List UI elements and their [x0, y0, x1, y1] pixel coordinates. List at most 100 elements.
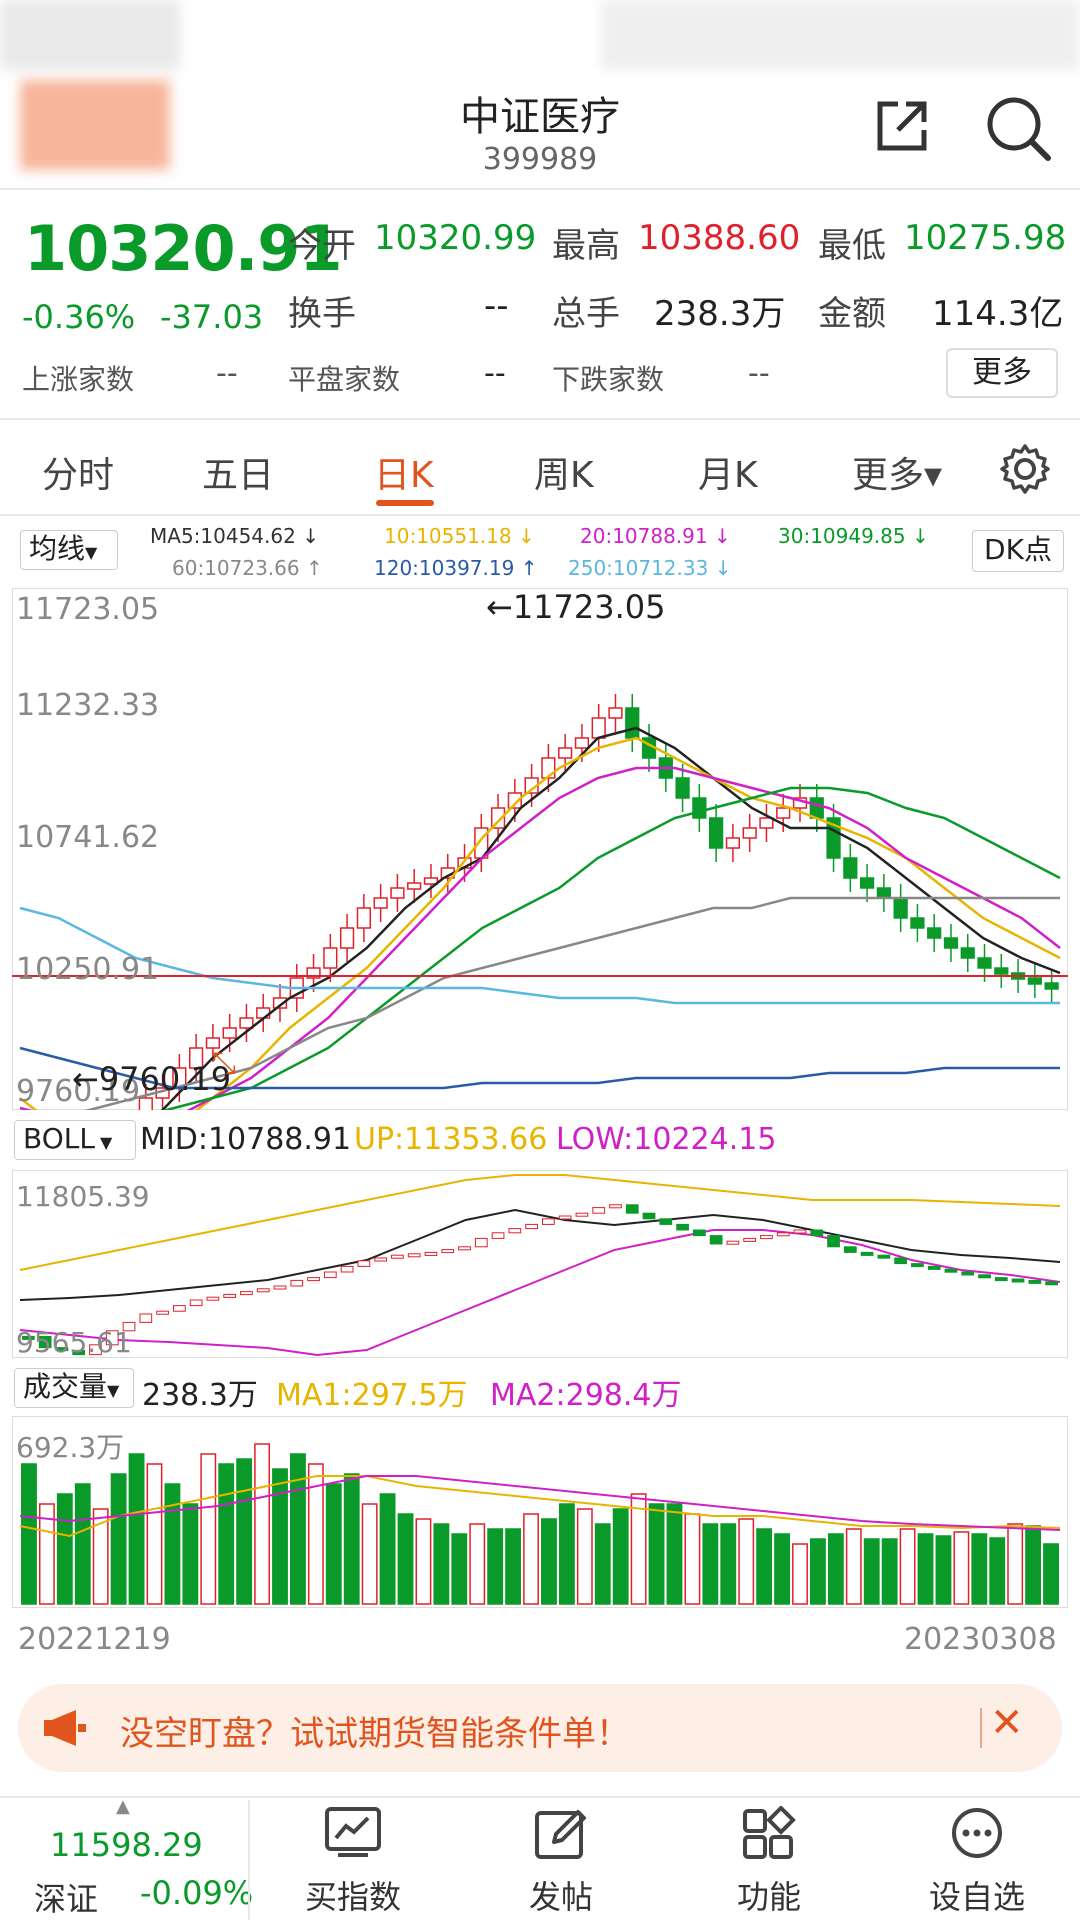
volume-bar	[182, 1503, 199, 1605]
tab-intraday[interactable]: 分时	[42, 446, 114, 498]
volume-select[interactable]: 成交量▼	[14, 1368, 134, 1408]
candle-body	[725, 837, 741, 849]
volume-bar	[612, 1508, 629, 1605]
volume-bar	[325, 1483, 342, 1605]
expand-icon[interactable]: ⤡	[212, 1046, 236, 1081]
boll-candle	[307, 1277, 320, 1282]
apps-icon[interactable]	[684, 1805, 854, 1864]
candle-body	[339, 927, 355, 949]
search-icon[interactable]	[984, 94, 1054, 168]
nav-buy-index[interactable]: 买指数	[268, 1872, 438, 1918]
nav-functions[interactable]: 功能	[684, 1872, 854, 1918]
candle-body	[692, 797, 707, 819]
volume-bar	[74, 1483, 91, 1605]
boll-candle	[625, 1204, 639, 1214]
turnover-value: --	[484, 286, 509, 326]
candle-body	[709, 817, 724, 849]
volume-bar	[953, 1531, 970, 1605]
tab-five-day[interactable]: 五日	[202, 446, 274, 498]
volume-bar	[128, 1453, 145, 1605]
boll-candle	[793, 1229, 807, 1234]
boll-candle	[894, 1257, 908, 1265]
volume-bar	[648, 1503, 665, 1605]
kline-chart[interactable]	[12, 588, 1068, 1110]
boll-candle	[760, 1235, 773, 1240]
turnover-label: 换手	[288, 294, 356, 334]
boll-candle	[189, 1299, 203, 1307]
boll-candle	[558, 1215, 572, 1220]
candle-body	[608, 707, 623, 719]
volume-chart[interactable]	[12, 1416, 1068, 1608]
candle-body	[742, 827, 757, 839]
volume-bar	[1043, 1543, 1059, 1605]
ma5-value: MA5:10454.62 ↓	[150, 524, 319, 548]
boll-candle	[340, 1265, 354, 1273]
boll-y-top: 11805.39	[16, 1180, 150, 1213]
boll-candle	[810, 1229, 824, 1237]
candle-body	[222, 1027, 237, 1039]
ma10-value: 10:10551.18 ↓	[384, 524, 535, 548]
boll-chart[interactable]	[12, 1170, 1068, 1358]
boll-candle	[1028, 1279, 1042, 1284]
volume-label: 总手	[552, 294, 620, 334]
volume-bar	[774, 1533, 790, 1605]
tab-underline	[376, 500, 434, 506]
edit-icon[interactable]	[476, 1806, 646, 1864]
chart-icon[interactable]	[268, 1806, 438, 1862]
volume-select-label: 成交量	[23, 1370, 108, 1403]
boll-candle	[692, 1229, 706, 1237]
gear-icon[interactable]	[998, 442, 1052, 500]
boll-candle	[994, 1277, 1008, 1282]
close-icon[interactable]: ✕	[990, 1700, 1024, 1746]
candle-body	[356, 907, 371, 929]
banner-text[interactable]: 没空盯盘？试试期货智能条件单！	[120, 1706, 630, 1755]
boll-candle	[1045, 1281, 1058, 1286]
more-dots-icon[interactable]	[892, 1806, 1062, 1864]
ma120-value: 120:10397.19 ↑	[374, 556, 538, 580]
index-name[interactable]: 深证	[34, 1874, 98, 1920]
down-count-label: 下跌家数	[552, 363, 665, 396]
ma-line	[19, 906, 1060, 1005]
boll-select[interactable]: BOLL ▼	[14, 1120, 136, 1160]
boll-candle	[139, 1313, 153, 1323]
tab-monthly-k[interactable]: 月K	[698, 446, 758, 498]
volume-bar	[379, 1493, 396, 1605]
ma60-value: 60:10723.66 ↑	[172, 556, 323, 580]
tab-weekly-k[interactable]: 周K	[534, 446, 594, 498]
index-change[interactable]: -0.09%	[140, 1874, 253, 1912]
volume-bar	[200, 1453, 217, 1605]
ma-line	[160, 726, 1061, 1110]
tab-more[interactable]: 更多▾	[852, 446, 942, 498]
volume-y-top: 692.3万	[16, 1431, 125, 1464]
start-date: 20221219	[18, 1622, 171, 1657]
high-value: 10388.60	[638, 218, 801, 258]
flat-count-label: 平盘家数	[288, 363, 401, 396]
share-icon[interactable]	[872, 96, 932, 160]
boll-candle	[474, 1237, 488, 1248]
nav-post[interactable]: 发帖	[476, 1872, 646, 1918]
tab-daily-k[interactable]: 日K	[374, 446, 434, 498]
ma250-value: 250:10712.33 ↓	[568, 556, 732, 580]
indicator-select[interactable]: 均线▼	[20, 530, 118, 570]
megaphone-icon	[42, 1708, 88, 1752]
boll-candle	[156, 1310, 169, 1315]
candle-body	[910, 917, 925, 929]
volume-bar	[684, 1513, 701, 1605]
volume-bar	[576, 1508, 593, 1605]
volume-bar	[845, 1528, 862, 1605]
caret-up-icon: ▲	[116, 1796, 130, 1817]
boll-candle	[273, 1285, 287, 1290]
volume-marks	[19, 1443, 1061, 1605]
more-button[interactable]: 更多	[946, 348, 1058, 398]
boll-candle	[927, 1265, 941, 1270]
index-value[interactable]: 11598.29	[50, 1826, 203, 1864]
boll-candle	[726, 1240, 740, 1245]
volume-bar	[487, 1528, 504, 1605]
blurred-status	[0, 0, 180, 70]
open-value: 10320.99	[374, 218, 537, 258]
candle-body	[138, 1097, 153, 1110]
volume-bar	[1025, 1525, 1042, 1605]
boll-candle	[323, 1271, 337, 1279]
nav-add-watchlist[interactable]: 设自选	[892, 1872, 1062, 1918]
dk-point-button[interactable]: DK点	[972, 530, 1064, 572]
